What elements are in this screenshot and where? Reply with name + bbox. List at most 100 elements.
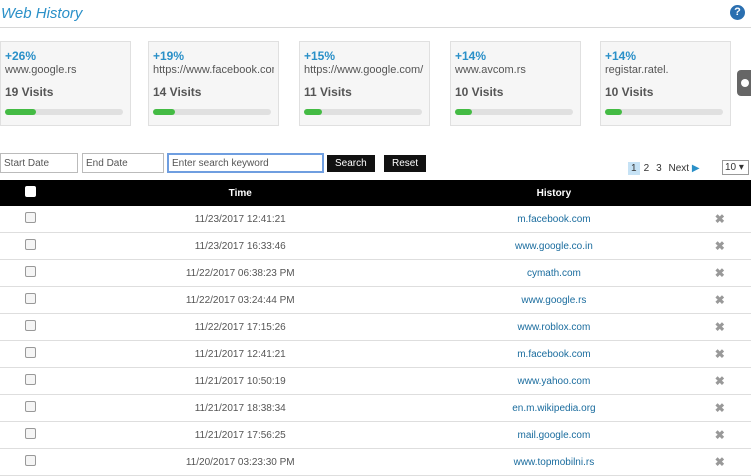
search-button[interactable]: Search [327, 155, 375, 172]
next-label: Next [668, 163, 690, 174]
close-icon[interactable]: ✖ [715, 428, 725, 442]
chat-icon [741, 79, 749, 87]
close-icon[interactable]: ✖ [715, 212, 725, 226]
close-icon[interactable]: ✖ [715, 239, 725, 253]
row-checkbox[interactable] [25, 293, 37, 304]
card-progress-fill [605, 109, 622, 115]
page-link[interactable]: 2 [641, 162, 653, 175]
row-time: 11/23/2017 16:33:46 [61, 232, 420, 260]
time-header: Time [228, 187, 252, 199]
row-time: 11/21/2017 17:56:25 [61, 421, 420, 449]
search-input[interactable] [167, 153, 324, 173]
row-checkbox[interactable] [25, 428, 37, 439]
card-progress-bar [605, 109, 723, 115]
row-time: 11/22/2017 17:15:26 [61, 313, 420, 341]
card-visits: 19 Visits [5, 85, 54, 99]
next-page-link[interactable]: Next ▶ [668, 163, 699, 174]
card-visits: 10 Visits [605, 85, 654, 99]
close-icon[interactable]: ✖ [715, 374, 725, 388]
row-checkbox[interactable] [25, 266, 37, 277]
close-icon[interactable]: ✖ [715, 401, 725, 415]
card-progress-fill [5, 109, 36, 115]
row-url[interactable]: www.google.rs [419, 286, 689, 314]
site-card: +26% www.google.rs 19 Visits [0, 41, 131, 126]
row-url[interactable]: www.topmobilni.rs [419, 448, 689, 476]
row-url[interactable]: cymath.com [419, 259, 689, 287]
card-percent: +14% [455, 49, 487, 63]
row-checkbox[interactable] [25, 320, 37, 331]
close-icon[interactable]: ✖ [715, 347, 725, 361]
card-site: registar.ratel. [605, 64, 669, 76]
close-icon[interactable]: ✖ [715, 455, 725, 469]
site-card: +14% www.avcom.rs 10 Visits [450, 41, 581, 126]
card-progress-bar [153, 109, 271, 115]
card-progress-fill [455, 109, 472, 115]
card-percent: +19% [153, 49, 185, 63]
page-title: Web History [1, 5, 83, 22]
site-card: +19% https://www.facebook.com 14 Visits [148, 41, 279, 126]
card-percent: +26% [5, 49, 37, 63]
actions-header [689, 180, 751, 206]
row-url[interactable]: m.facebook.com [419, 206, 689, 233]
table-row: 11/23/2017 16:33:46 www.google.co.in ✖ [0, 232, 751, 260]
row-time: 11/20/2017 03:23:30 PM [61, 448, 420, 476]
row-select-cell [0, 367, 62, 395]
row-checkbox[interactable] [25, 401, 37, 412]
row-select-cell [0, 259, 62, 287]
row-url[interactable]: m.facebook.com [419, 340, 689, 368]
row-url[interactable]: en.m.wikipedia.org [419, 394, 689, 422]
select-all-cell [0, 180, 61, 206]
row-time: 11/22/2017 06:38:23 PM [61, 259, 420, 287]
page-size-select[interactable]: 10 ▾ [722, 160, 749, 175]
select-all-checkbox[interactable] [25, 186, 37, 197]
end-date-input[interactable] [82, 153, 164, 173]
row-time: 11/21/2017 12:41:21 [61, 340, 420, 368]
table-row: 11/21/2017 12:41:21 m.facebook.com ✖ [0, 340, 751, 368]
site-card: +15% https://www.google.com/11 Visits [299, 41, 430, 126]
row-time: 11/23/2017 12:41:21 [61, 206, 420, 233]
row-action-cell: ✖ [688, 232, 751, 260]
row-checkbox[interactable] [25, 455, 37, 466]
card-site: www.google.rs [5, 64, 77, 76]
card-site: https://www.google.com/ [304, 64, 424, 76]
row-select-cell [0, 448, 62, 476]
row-url[interactable]: www.roblox.com [419, 313, 689, 341]
site-card: +14% registar.ratel. 10 Visits [600, 41, 731, 126]
next-arrow-icon: ▶ [691, 163, 700, 174]
close-icon[interactable]: ✖ [715, 320, 725, 334]
card-site: https://www.facebook.com [153, 64, 274, 76]
table-row: 11/20/2017 03:23:30 PM www.topmobilni.rs ✖ [0, 448, 751, 476]
row-select-cell [0, 206, 62, 233]
reset-button[interactable]: Reset [384, 155, 426, 172]
row-checkbox[interactable] [25, 347, 37, 358]
table-header-row: Time History [0, 180, 751, 206]
card-site: www.avcom.rs [455, 64, 526, 76]
row-action-cell: ✖ [688, 313, 751, 341]
page-link[interactable]: 1 [628, 162, 640, 175]
row-url[interactable]: www.yahoo.com [419, 367, 689, 395]
row-action-cell: ✖ [688, 421, 751, 449]
card-percent: +14% [605, 49, 637, 63]
history-table: Time History 11/23/2017 12:41:21 m.facebo… [0, 180, 751, 476]
page-size-value: 10 [725, 162, 737, 173]
table-row: 11/22/2017 17:15:26 www.roblox.com ✖ [0, 313, 751, 341]
page-link[interactable]: 3 [653, 162, 665, 175]
row-url[interactable]: mail.google.com [419, 421, 689, 449]
row-checkbox[interactable] [25, 239, 37, 250]
start-date-input[interactable] [0, 153, 78, 173]
row-action-cell: ✖ [688, 286, 751, 314]
table-row: 11/21/2017 10:50:19 www.yahoo.com ✖ [0, 367, 751, 395]
side-panel-toggle[interactable] [737, 70, 751, 96]
close-icon[interactable]: ✖ [715, 293, 725, 307]
pagination: 123 Next ▶ [628, 162, 700, 175]
row-time: 11/22/2017 03:24:44 PM [61, 286, 420, 314]
help-icon[interactable]: ? [730, 5, 745, 20]
row-time: 11/21/2017 10:50:19 [61, 367, 420, 395]
row-select-cell [0, 340, 62, 368]
row-checkbox[interactable] [25, 374, 37, 385]
close-icon[interactable]: ✖ [715, 266, 725, 280]
row-checkbox[interactable] [25, 212, 37, 223]
row-url[interactable]: www.google.co.in [419, 232, 689, 260]
card-percent: +15% [304, 49, 336, 63]
table-row: 11/22/2017 03:24:44 PM www.google.rs ✖ [0, 286, 751, 314]
